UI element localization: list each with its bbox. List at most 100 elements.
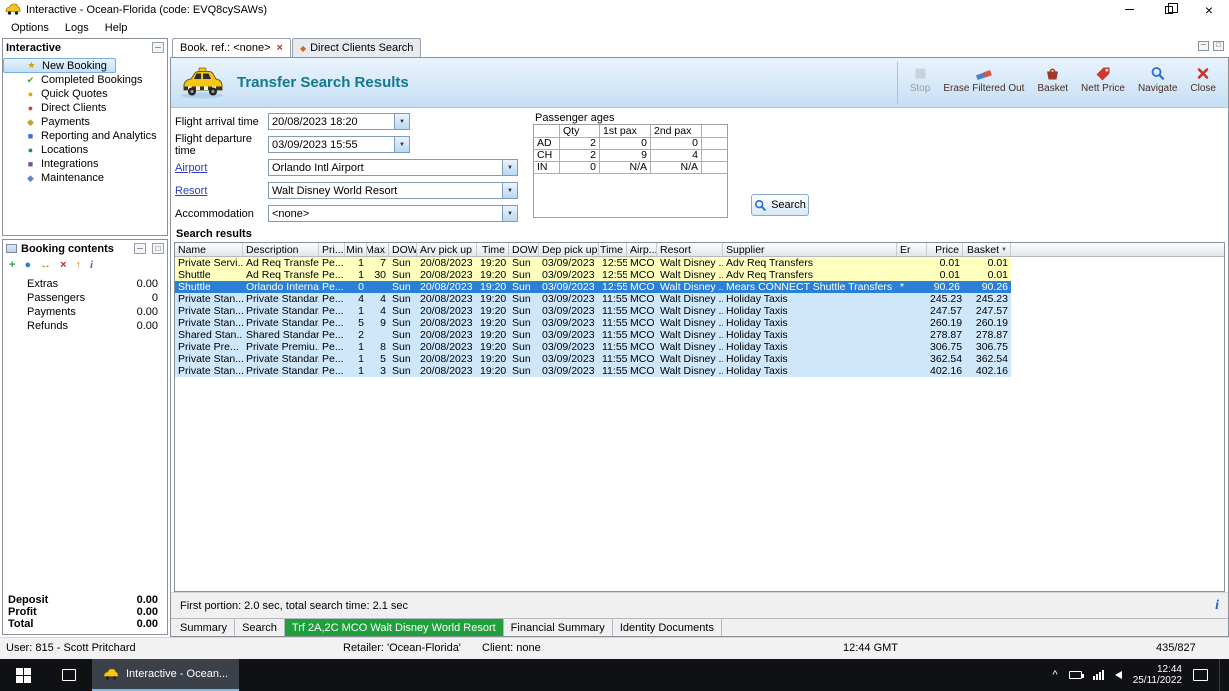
- menu-logs[interactable]: Logs: [57, 21, 97, 35]
- grid-col-12-resort[interactable]: Resort: [657, 243, 723, 256]
- bottom-tab-summary[interactable]: Summary: [173, 619, 236, 636]
- delete-icon[interactable]: ×: [60, 259, 66, 271]
- sidebar-item-reporting-and-analytics[interactable]: ■ Reporting and Analytics: [3, 129, 163, 143]
- menu-options[interactable]: Options: [3, 21, 57, 35]
- resort-label[interactable]: Resort: [175, 185, 268, 197]
- table-cell: 2: [358, 329, 364, 341]
- chevron-down-icon[interactable]: ▼: [502, 160, 517, 175]
- stop-button[interactable]: Stop: [910, 66, 930, 94]
- table-row[interactable]: Private Stan... Private Standar... Pe... 4 4…: [175, 293, 1011, 305]
- airport-combo[interactable]: Orlando Intl Airport ▼: [268, 159, 518, 176]
- erase-filtered-out-button[interactable]: Erase Filtered Out: [943, 66, 1024, 94]
- basket-button[interactable]: Basket: [1037, 66, 1068, 94]
- table-row[interactable]: Shared Stan...Shared Standar...Pe... 2 Sun…: [175, 329, 1011, 341]
- booking-content-row[interactable]: Payments 0.00: [3, 306, 167, 320]
- menu-help[interactable]: Help: [97, 21, 136, 35]
- grid-col-6-arv-pick-up[interactable]: Arv pick up: [417, 243, 477, 256]
- sidebar-item-payments[interactable]: ◆ Payments: [3, 115, 96, 129]
- action-center-icon[interactable]: [1193, 669, 1208, 681]
- search-button[interactable]: Search: [751, 194, 809, 216]
- chevron-down-icon[interactable]: ▼: [394, 114, 409, 129]
- chevron-down-icon[interactable]: ▼: [502, 206, 517, 221]
- airport-label[interactable]: Airport: [175, 162, 268, 174]
- task-view-button[interactable]: [46, 659, 92, 691]
- bottom-tab-trf-2a-2c-mco-walt-disney-world-resort[interactable]: Trf 2A,2C MCO Walt Disney World Resort: [284, 619, 504, 636]
- volume-icon[interactable]: [1114, 671, 1122, 679]
- grid-col-16-basket[interactable]: Basket ▼: [963, 243, 1011, 256]
- taskbar-clock[interactable]: 12:44 25/11/2022: [1133, 664, 1182, 686]
- grid-col-1-description[interactable]: Description: [243, 243, 319, 256]
- show-desktop-button[interactable]: [1219, 659, 1224, 691]
- mdi-restore-icon[interactable]: □: [1213, 41, 1224, 51]
- bottom-tab-financial-summary[interactable]: Financial Summary: [504, 619, 613, 636]
- booking-content-row[interactable]: Passengers 0: [3, 292, 167, 306]
- flight-departure-time-combo[interactable]: 03/09/2023 15:55 ▼: [268, 136, 410, 153]
- table-cell: [367, 329, 389, 341]
- booking-content-row[interactable]: Refunds 0.00: [3, 320, 167, 334]
- table-cell: 20/08/2023: [420, 257, 473, 269]
- grid-col-10-time[interactable]: Time: [599, 243, 627, 256]
- table-row[interactable]: Private Servi...Ad Req Transfer...Pe... 1…: [175, 257, 1011, 269]
- sidebar-item-quick-quotes[interactable]: ● Quick Quotes: [3, 87, 114, 101]
- sidebar-item-maintenance[interactable]: ◆ Maintenance: [3, 171, 110, 185]
- grid-col-8-dow[interactable]: DOW: [509, 243, 539, 256]
- upload-icon[interactable]: ↑: [76, 259, 82, 271]
- bottom-tab-search[interactable]: Search: [235, 619, 285, 636]
- grid-col-13-supplier[interactable]: Supplier: [723, 243, 897, 256]
- close-window-button[interactable]: ×: [1189, 0, 1229, 19]
- accommodation-combo[interactable]: <none> ▼: [268, 205, 518, 222]
- table-row[interactable]: Private Stan... Private Standar... Pe... 5 9…: [175, 317, 1011, 329]
- taskbar-app-button[interactable]: Interactive - Ocean...: [92, 659, 240, 691]
- table-row[interactable]: Private Pre... Private Premiu... Pe... 1 8 Su…: [175, 341, 1011, 353]
- info-icon[interactable]: i: [1215, 598, 1219, 614]
- minimize-button[interactable]: [1109, 0, 1149, 19]
- close-tab-icon[interactable]: ×: [277, 42, 283, 54]
- table-row[interactable]: Shuttle Ad Req Transfer...Pe... 1 30 Sun 20/0…: [175, 269, 1011, 281]
- table-row[interactable]: Shuttle Orlando Interna...Pe... 0 Sun 20/08/…: [175, 281, 1011, 293]
- bc-float-icon[interactable]: □: [152, 243, 164, 254]
- grid-col-7-time[interactable]: Time: [477, 243, 509, 256]
- booking-content-row[interactable]: Extras 0.00: [3, 278, 167, 292]
- grid-col-9-dep-pick-up[interactable]: Dep pick up: [539, 243, 599, 256]
- restore-button[interactable]: [1149, 0, 1189, 19]
- sidebar-item-new-booking[interactable]: ★ New Booking: [3, 58, 116, 73]
- table-row[interactable]: Private Stan... Private Standar... Pe... 1 4…: [175, 305, 1011, 317]
- chevron-down-icon[interactable]: ▼: [394, 137, 409, 152]
- table-row[interactable]: Private Stan... Private Standar... Pe... 1 3…: [175, 365, 1011, 377]
- grid-col-2-pri[interactable]: Pri...: [319, 243, 345, 256]
- tab-book-ref-none[interactable]: Book. ref.: <none> ×: [172, 38, 291, 57]
- info-icon[interactable]: i: [90, 259, 93, 271]
- sidebar-item-locations[interactable]: ● Locations: [3, 143, 94, 157]
- globe-icon[interactable]: ●: [24, 259, 31, 271]
- collapse-pane-icon[interactable]: ─: [152, 42, 164, 53]
- add-icon[interactable]: +: [9, 259, 15, 271]
- grid-col-5-dow[interactable]: DOW: [389, 243, 417, 256]
- table-row[interactable]: Private Stan... Private Standar... Pe... 1 5…: [175, 353, 1011, 365]
- network-icon[interactable]: [1092, 670, 1104, 680]
- table-cell: 20/08/2023: [420, 353, 473, 365]
- grid-col-3-min[interactable]: Min: [345, 243, 367, 256]
- flight-arrival-time-combo[interactable]: 20/08/2023 18:20 ▼: [268, 113, 410, 130]
- grid-col-label: Airp...: [630, 243, 657, 256]
- sidebar-item-direct-clients[interactable]: ● Direct Clients: [3, 101, 112, 115]
- battery-icon[interactable]: [1068, 671, 1084, 679]
- transfer-icon[interactable]: ↔: [40, 259, 51, 271]
- bottom-tab-identity-documents[interactable]: Identity Documents: [613, 619, 722, 636]
- sidebar-item-completed-bookings[interactable]: ✔ Completed Bookings: [3, 73, 149, 87]
- nett-price-button[interactable]: Nett Price: [1081, 66, 1125, 94]
- start-button[interactable]: [0, 659, 46, 691]
- hidden-icons-chevron-icon[interactable]: ^: [1053, 670, 1058, 681]
- tab-direct-clients-search[interactable]: ◆ Direct Clients Search: [291, 38, 422, 57]
- navigate-button[interactable]: Navigate: [1138, 66, 1177, 94]
- grid-col-0-name[interactable]: Name: [175, 243, 243, 256]
- grid-col-11-airp[interactable]: Airp...: [627, 243, 657, 256]
- bc-collapse-icon[interactable]: ─: [134, 243, 146, 254]
- grid-col-4-max[interactable]: Max: [367, 243, 389, 256]
- sidebar-item-integrations[interactable]: ■ Integrations: [3, 157, 104, 171]
- close-button[interactable]: Close: [1190, 66, 1216, 94]
- chevron-down-icon[interactable]: ▼: [502, 183, 517, 198]
- resort-combo[interactable]: Walt Disney World Resort ▼: [268, 182, 518, 199]
- grid-col-14-er[interactable]: Er: [897, 243, 927, 256]
- grid-col-15-price[interactable]: Price: [927, 243, 963, 256]
- mdi-minimize-icon[interactable]: ─: [1198, 41, 1209, 51]
